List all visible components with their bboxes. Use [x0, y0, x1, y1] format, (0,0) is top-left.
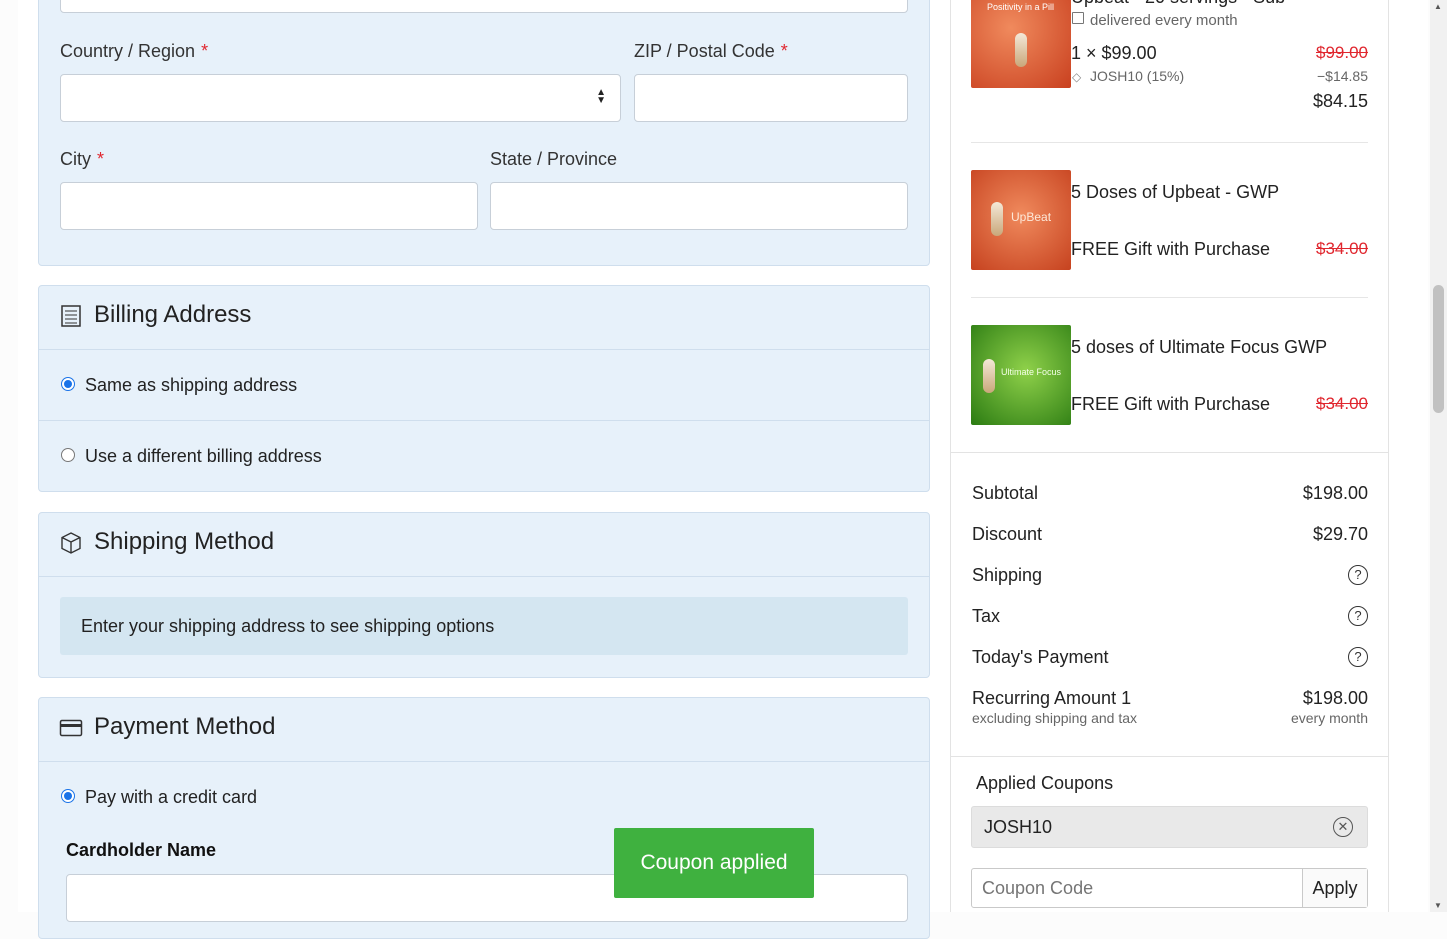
capsule-icon — [1015, 33, 1027, 67]
item-qty-price: 1 × $99.00 — [1071, 43, 1157, 63]
billing-different-radio[interactable] — [61, 448, 75, 462]
subtotal-value: $198.00 — [1302, 483, 1368, 503]
order-summary: Positivity in a Pill Upbeat - 20 serving… — [950, 0, 1389, 912]
city-input[interactable] — [60, 182, 478, 230]
item-original-price: $34.00 — [1316, 394, 1368, 413]
billing-same-label: Same as shipping address — [85, 375, 298, 395]
divider — [971, 297, 1368, 298]
thumb-label: Positivity in a Pill — [987, 2, 1055, 12]
address-input[interactable] — [60, 0, 908, 13]
select-arrows-icon: ▲ ▼ — [596, 87, 606, 106]
item-title: 5 doses of Ultimate Focus GWP — [1071, 337, 1328, 357]
coupon-code-input[interactable] — [972, 869, 1302, 907]
credit-card-icon — [59, 719, 83, 737]
billing-title: Billing Address — [94, 301, 252, 328]
box-icon — [61, 532, 81, 554]
credit-card-radio[interactable] — [61, 789, 75, 803]
section-divider — [951, 452, 1388, 453]
thumb-label: UpBeat — [1011, 210, 1052, 224]
billing-list-icon — [61, 305, 81, 327]
item-note: FREE Gift with Purchase — [1071, 394, 1271, 414]
applied-coupons-title: Applied Coupons — [976, 773, 1114, 793]
state-input[interactable] — [490, 182, 908, 230]
shipping-notice-text: Enter your shipping address to see shipp… — [81, 616, 495, 636]
item-coupon: JOSH10 (15%) — [1090, 68, 1185, 84]
capsule-icon — [983, 359, 995, 393]
product-thumbnail: UpBeat — [971, 170, 1071, 270]
recurring-value: $198.00 — [1302, 688, 1368, 708]
zip-input[interactable] — [634, 74, 908, 122]
remove-coupon-icon[interactable]: ✕ — [1333, 817, 1353, 837]
billing-same-option[interactable]: Same as shipping address — [39, 350, 929, 421]
applied-coupon-chip: JOSH10 ✕ — [971, 806, 1368, 848]
apply-coupon-button[interactable]: Apply — [1302, 869, 1367, 907]
zip-label: ZIP / Postal Code * — [634, 41, 788, 61]
item-total: $84.15 — [1312, 91, 1368, 111]
country-label: Country / Region * — [60, 41, 209, 61]
recurring-label: Recurring Amount 1 — [972, 688, 1132, 708]
city-label: City * — [60, 149, 105, 169]
recurring-subtext: excluding shipping and tax — [972, 710, 1138, 726]
shipping-address-panel: Country / Region * ▲ ▼ ZIP / Postal Code * … — [38, 0, 930, 266]
item-frequency: delivered every month — [1090, 12, 1238, 29]
section-divider — [951, 756, 1388, 757]
cardholder-label: Cardholder Name — [66, 840, 217, 860]
billing-different-label: Use a different billing address — [85, 446, 322, 466]
state-label: State / Province — [490, 149, 618, 169]
item-title: 5 Doses of Upbeat - GWP — [1071, 182, 1280, 202]
shipping-label: Shipping — [972, 565, 1043, 585]
calendar-icon — [1072, 12, 1084, 24]
shipping-help-icon[interactable]: ? — [1348, 565, 1368, 585]
payment-header: Payment Method — [39, 698, 929, 762]
product-thumbnail: Ultimate Focus — [971, 325, 1071, 425]
payment-title: Payment Method — [94, 713, 276, 740]
country-select[interactable]: ▲ ▼ — [60, 74, 621, 122]
item-original-price: $99.00 — [1316, 43, 1368, 62]
product-thumbnail: Positivity in a Pill — [971, 0, 1071, 88]
subtotal-label: Subtotal — [972, 483, 1039, 503]
item-title: Upbeat - 20 servings - Sub — [1071, 0, 1285, 8]
scrollbar-thumb[interactable] — [1433, 285, 1444, 413]
shipping-notice: Enter your shipping address to see shipp… — [60, 597, 908, 655]
page-scrollbar[interactable]: ▲ ▼ — [1430, 0, 1447, 912]
scroll-up-arrow-icon[interactable]: ▲ — [1434, 2, 1442, 11]
item-original-price: $34.00 — [1316, 239, 1368, 258]
tag-icon: ◇ — [1072, 70, 1082, 84]
tax-label: Tax — [972, 606, 1001, 626]
shipping-method-panel: Shipping Method Enter your shipping addr… — [38, 512, 930, 678]
item-note: FREE Gift with Purchase — [1071, 239, 1271, 259]
recurring-frequency: every month — [1290, 710, 1368, 726]
billing-same-radio[interactable] — [61, 377, 75, 391]
shipping-method-header: Shipping Method — [39, 513, 929, 577]
payment-method-panel: Payment Method Pay with a credit card Ca… — [38, 697, 930, 939]
todays-payment-help-icon[interactable]: ? — [1348, 647, 1368, 667]
tax-help-icon[interactable]: ? — [1348, 606, 1368, 626]
discount-label: Discount — [972, 524, 1043, 544]
coupon-toast: Coupon applied — [614, 828, 814, 898]
credit-card-label[interactable]: Pay with a credit card — [85, 787, 257, 808]
billing-header: Billing Address — [39, 286, 929, 350]
divider — [971, 142, 1368, 143]
shipping-method-title: Shipping Method — [94, 528, 275, 555]
billing-different-option[interactable]: Use a different billing address — [39, 421, 929, 491]
coupon-form: Apply — [971, 868, 1368, 908]
discount-value: $29.70 — [1312, 524, 1368, 544]
scroll-down-arrow-icon[interactable]: ▼ — [1434, 901, 1442, 910]
capsule-icon — [991, 202, 1003, 236]
thumb-label: Ultimate Focus — [1001, 367, 1062, 377]
todays-payment-label: Today's Payment — [972, 647, 1109, 667]
item-discount: −$14.85 — [1317, 68, 1368, 84]
applied-coupon-code: JOSH10 — [984, 817, 1053, 837]
billing-address-panel: Billing Address Same as shipping address… — [38, 285, 930, 492]
